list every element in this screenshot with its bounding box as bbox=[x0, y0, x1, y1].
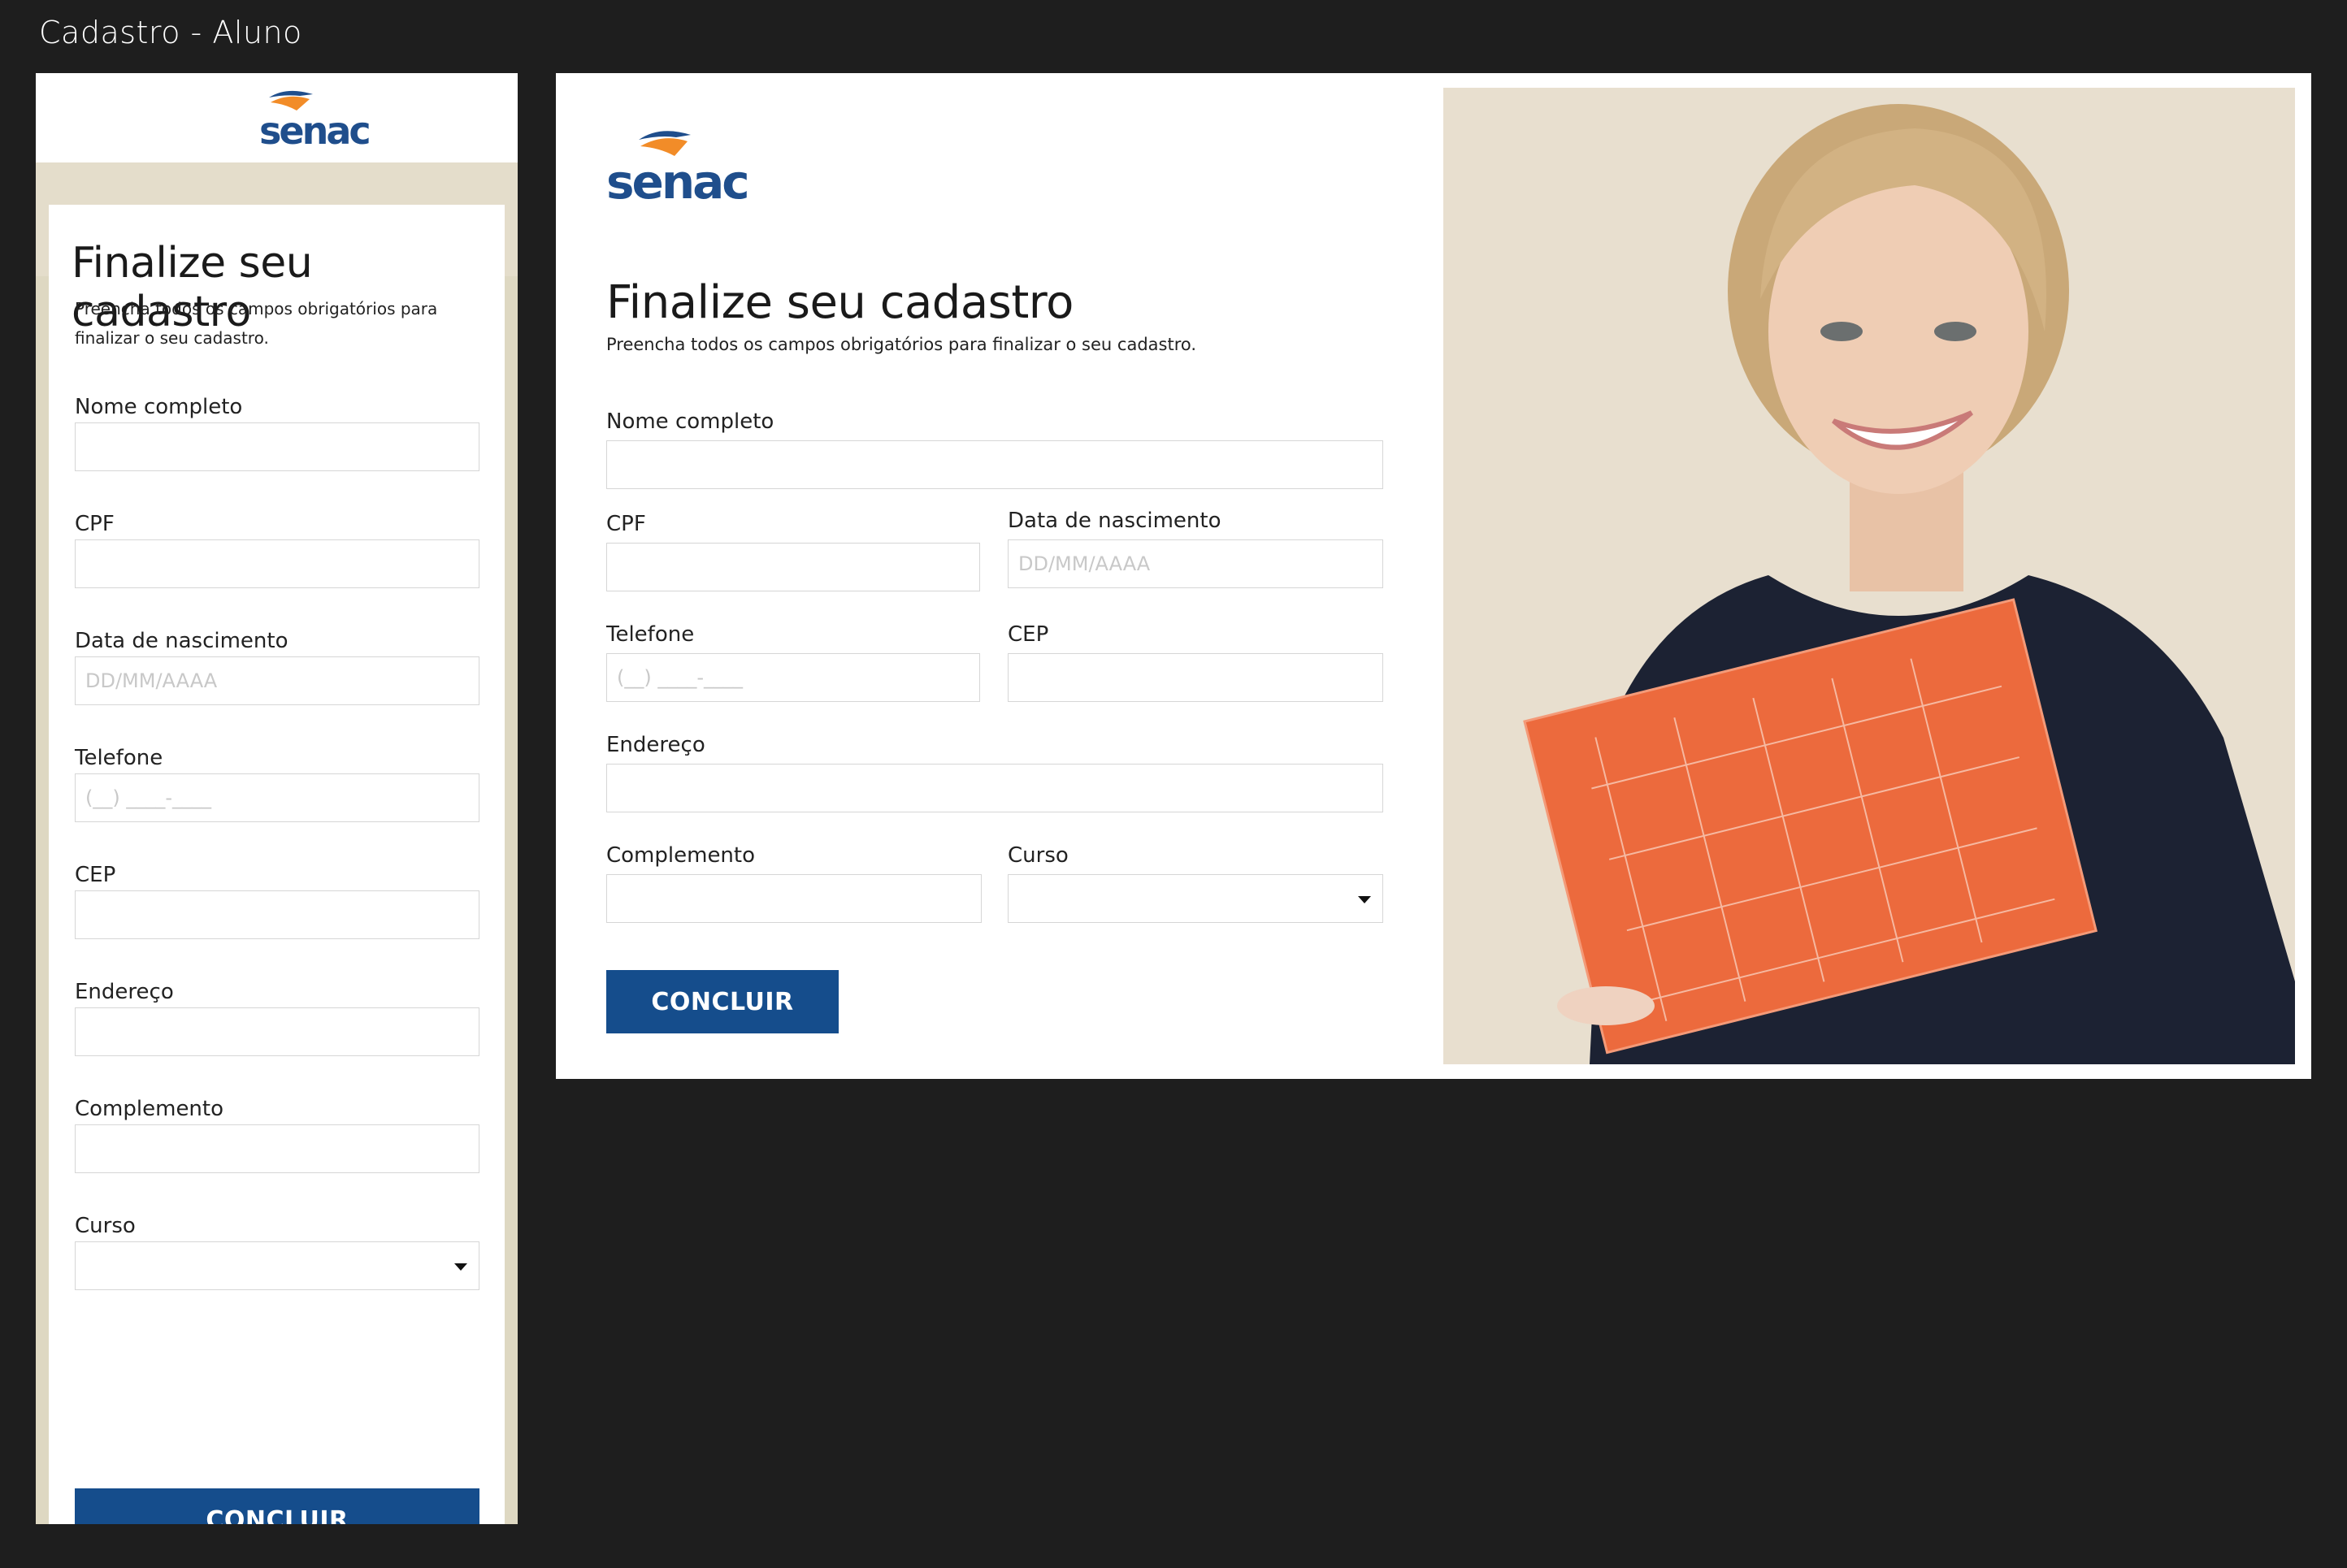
complemento-label: Complemento bbox=[606, 843, 756, 868]
cep-label: CEP bbox=[1008, 622, 1049, 647]
page-title: Cadastro - Aluno bbox=[39, 15, 302, 50]
endereco-input[interactable] bbox=[606, 764, 1383, 812]
form-subtitle: Preencha todos os campos obrigatórios pa… bbox=[75, 299, 438, 348]
senac-logo-icon: senac bbox=[606, 123, 750, 210]
endereco-field: Endereço bbox=[75, 980, 479, 1056]
cep-field: CEP bbox=[75, 863, 479, 939]
form-title: Finalize seu cadastro bbox=[606, 276, 1074, 329]
nascimento-label: Data de nascimento bbox=[75, 629, 288, 653]
cpf-field: CPF bbox=[75, 512, 479, 588]
complemento-label: Complemento bbox=[75, 1097, 224, 1121]
curso-label: Curso bbox=[1008, 843, 1069, 868]
cep-field: CEP bbox=[1008, 622, 1383, 702]
complemento-field: Complemento bbox=[606, 843, 982, 923]
logo-text: senac bbox=[259, 109, 371, 153]
endereco-label: Endereço bbox=[75, 980, 174, 1004]
telefone-label: Telefone bbox=[606, 622, 695, 647]
endereco-label: Endereço bbox=[606, 733, 705, 757]
nascimento-field: Data de nascimento bbox=[1008, 509, 1383, 588]
mobile-frame: senac Finalize seu cadastro Preencha tod… bbox=[36, 73, 518, 1524]
concluir-button[interactable]: CONCLUIR bbox=[75, 1488, 479, 1524]
concluir-button[interactable]: CONCLUIR bbox=[606, 970, 839, 1033]
senac-logo-icon: senac bbox=[222, 84, 371, 153]
complemento-input[interactable] bbox=[75, 1124, 479, 1173]
curso-field: Curso bbox=[1008, 843, 1383, 923]
chevron-down-icon bbox=[1358, 896, 1371, 903]
logo-text: senac bbox=[606, 154, 750, 210]
curso-label: Curso bbox=[75, 1214, 136, 1238]
cpf-input[interactable] bbox=[606, 543, 980, 591]
nascimento-field: Data de nascimento bbox=[75, 629, 479, 705]
complemento-field: Complemento bbox=[75, 1097, 479, 1173]
endereco-field: Endereço bbox=[606, 733, 1383, 812]
cpf-label: CPF bbox=[75, 512, 115, 536]
desktop-frame: senac Finalize seu cadastro Preencha tod… bbox=[556, 73, 2311, 1079]
cep-input[interactable] bbox=[1008, 653, 1383, 702]
nascimento-input[interactable] bbox=[75, 656, 479, 705]
nome-label: Nome completo bbox=[75, 395, 243, 419]
nome-label: Nome completo bbox=[606, 409, 774, 434]
telefone-label: Telefone bbox=[75, 746, 163, 770]
nascimento-input[interactable] bbox=[1008, 539, 1383, 588]
mobile-form-card: Finalize seu cadastro Preencha todos os … bbox=[49, 205, 505, 1524]
complemento-input[interactable] bbox=[606, 874, 982, 923]
cpf-input[interactable] bbox=[75, 539, 479, 588]
curso-select[interactable] bbox=[75, 1241, 479, 1290]
cpf-label: CPF bbox=[606, 512, 646, 536]
form-subtitle: Preencha todos os campos obrigatórios pa… bbox=[606, 335, 1197, 354]
student-illustration bbox=[1443, 88, 2295, 1064]
curso-select[interactable] bbox=[1008, 874, 1383, 923]
cep-input[interactable] bbox=[75, 890, 479, 939]
student-photo bbox=[1443, 88, 2295, 1064]
telefone-field: Telefone bbox=[75, 746, 479, 822]
curso-field: Curso bbox=[75, 1214, 479, 1290]
mobile-header: senac bbox=[36, 73, 518, 162]
endereco-input[interactable] bbox=[75, 1007, 479, 1056]
telefone-input[interactable] bbox=[606, 653, 980, 702]
nome-field: Nome completo bbox=[75, 395, 479, 471]
cpf-field: CPF bbox=[606, 512, 980, 591]
telefone-input[interactable] bbox=[75, 773, 479, 822]
nome-input[interactable] bbox=[75, 422, 479, 471]
cep-label: CEP bbox=[75, 863, 116, 887]
nome-input[interactable] bbox=[606, 440, 1383, 489]
telefone-field: Telefone bbox=[606, 622, 980, 702]
nome-field: Nome completo bbox=[606, 409, 1383, 489]
chevron-down-icon bbox=[454, 1263, 467, 1271]
nascimento-label: Data de nascimento bbox=[1008, 509, 1221, 533]
